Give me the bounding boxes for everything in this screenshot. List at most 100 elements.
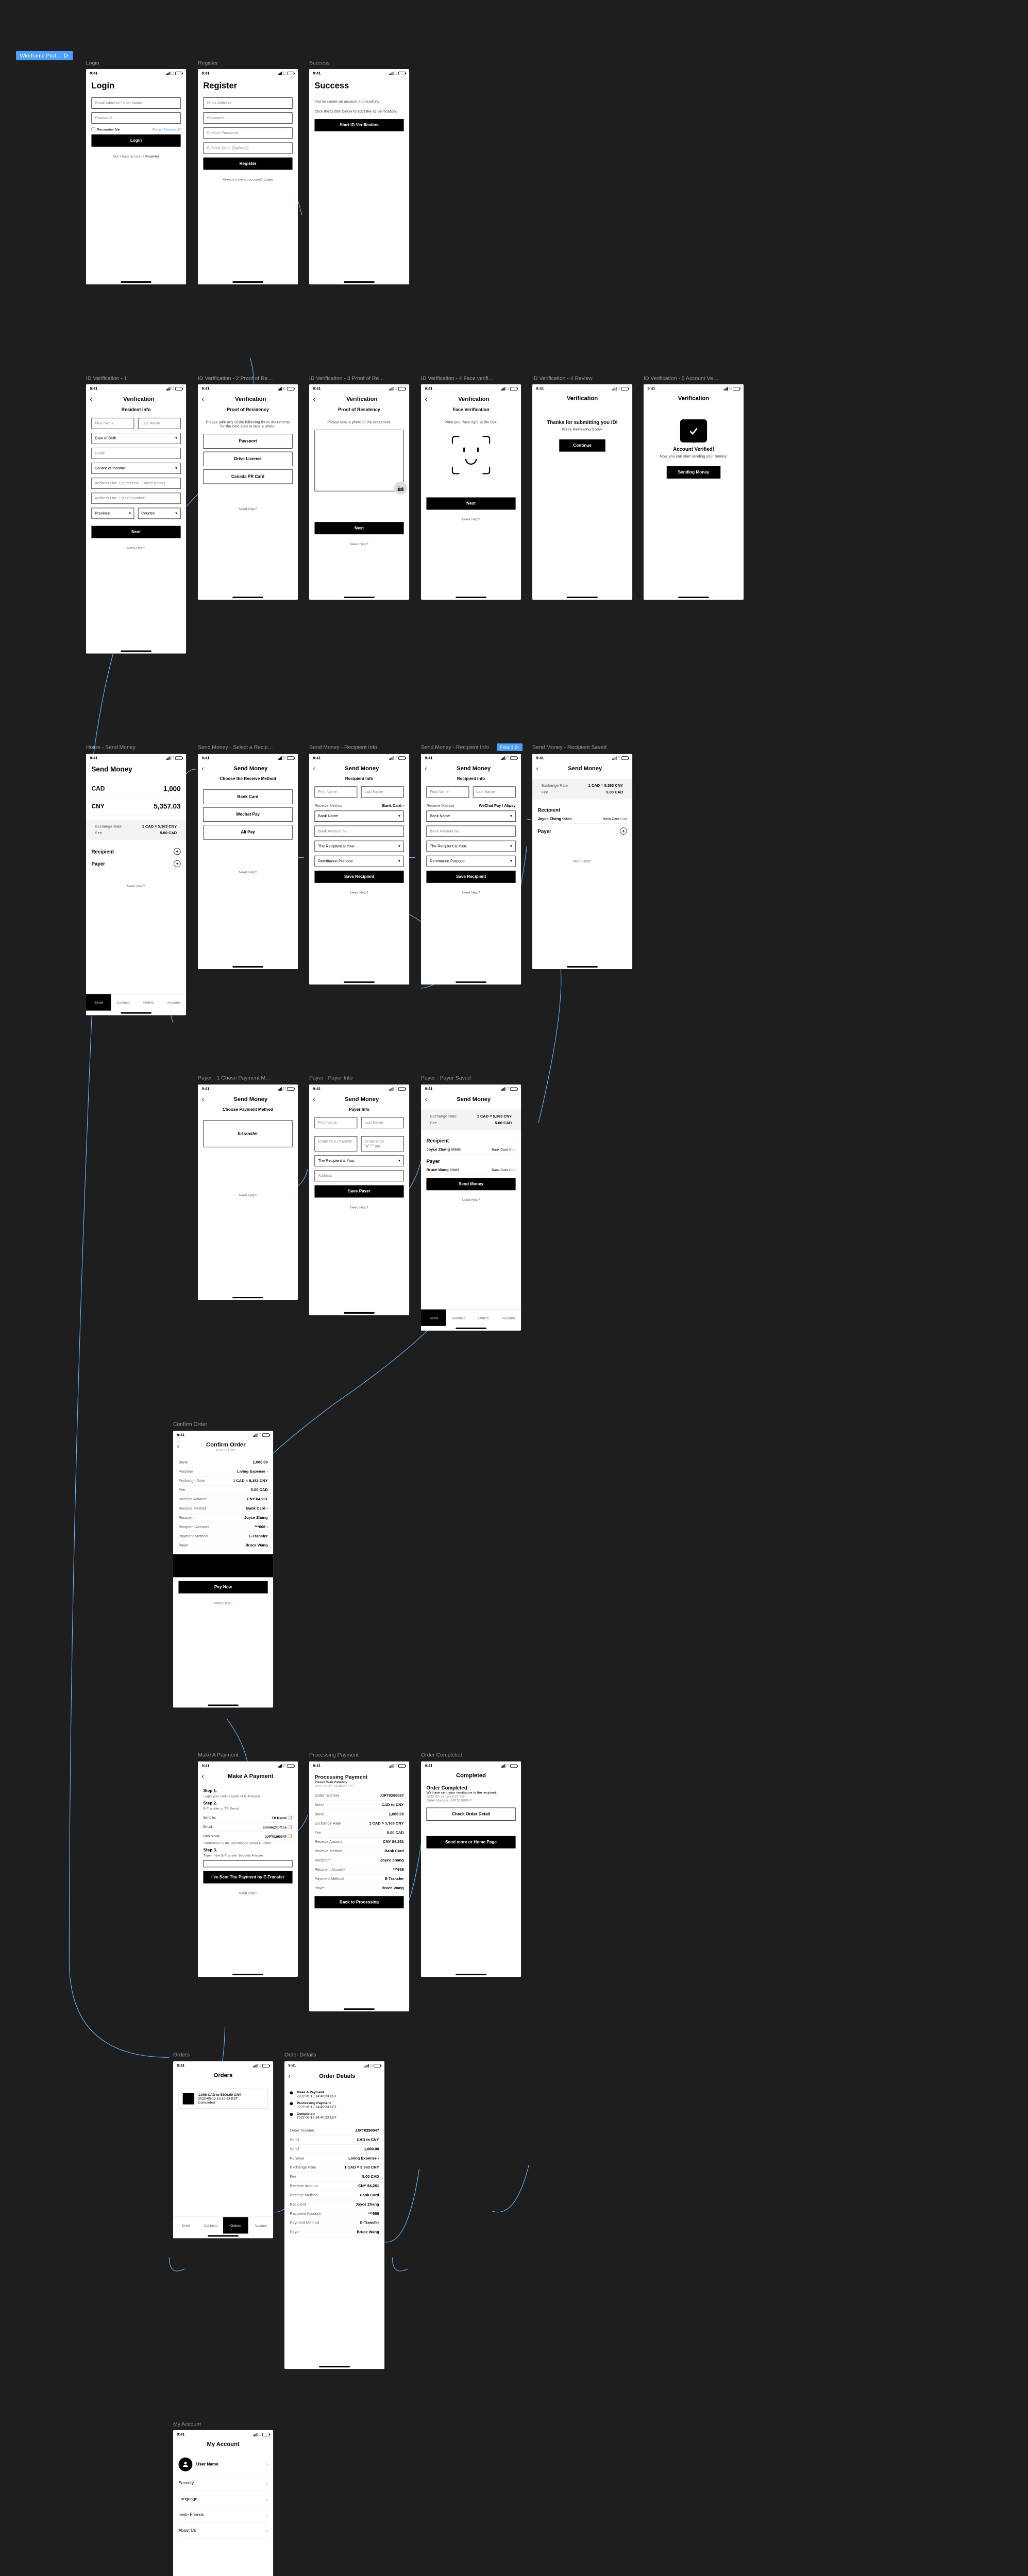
screen-recipient-saved: 9:41􀙇 ‹Send Money Exchange Rate1 CAD = 5… [532, 754, 632, 969]
email-field[interactable]: Email [92, 448, 181, 460]
password-field[interactable]: Password [203, 113, 292, 124]
security-row[interactable]: Security [178, 2476, 267, 2492]
back-button[interactable]: ‹ [201, 1095, 204, 1104]
add-icon[interactable]: + [620, 827, 627, 834]
password-field[interactable]: Password [92, 113, 181, 124]
wechat-option[interactable]: Wechat Pay [203, 807, 292, 822]
about-row[interactable]: About Us [178, 2523, 267, 2539]
passport-option[interactable]: Passport [203, 434, 292, 449]
address2-field[interactable]: Address Line 2 (Unit Number) [92, 493, 181, 504]
relationship[interactable]: The Recipient is Your: [315, 841, 404, 852]
last-name[interactable]: Last Name [361, 786, 404, 798]
flow-tag[interactable]: Flow 1 [497, 743, 523, 751]
back-button[interactable]: ‹ [201, 395, 204, 403]
bank-name[interactable]: Bank Name [315, 810, 404, 822]
screen-receive-method: 9:41􀙇 ‹Send Money Choose the Receive Met… [198, 754, 298, 969]
camera-button[interactable]: 📷 [394, 482, 407, 495]
tab-contacts[interactable]: Contacts [111, 994, 137, 1010]
account-no[interactable]: Bank Account No. [315, 826, 404, 837]
label: My Account [173, 2421, 201, 2427]
send-button[interactable]: Send Money [426, 1178, 515, 1190]
label: Order Completed [421, 1752, 462, 1758]
first-name-field[interactable]: First Name [92, 418, 134, 429]
check-icon [680, 419, 707, 443]
next-button[interactable]: Next [315, 522, 404, 535]
pr-card-option[interactable]: Canada PR Card [203, 469, 292, 484]
prototype-tag[interactable]: Wireframe Prot… [16, 51, 73, 60]
start-verification-button[interactable]: Start ID Verification [315, 119, 404, 131]
continue-button[interactable]: Continue [559, 439, 605, 452]
register-link[interactable]: Register [145, 155, 159, 158]
country-select[interactable]: Country [138, 508, 181, 519]
next-button[interactable]: Next [92, 526, 181, 538]
label: ID Verification - 3 Proof of Re… [309, 375, 384, 381]
forgot-link[interactable]: Forget Password? [153, 128, 181, 131]
add-payer-icon[interactable]: + [174, 860, 180, 867]
screen-payment-method: 9:41􀙇 ‹Send Money Choose Payment Method … [198, 1084, 298, 1300]
tab-send[interactable]: Send [86, 994, 111, 1010]
recipient-section[interactable]: Recipient+ [92, 844, 181, 856]
face-id-icon [451, 436, 490, 474]
first-name[interactable]: First Name [315, 786, 358, 798]
back-button[interactable]: ‹ [177, 1443, 179, 1451]
back-button[interactable]: ‹ [313, 1095, 315, 1104]
referral-field[interactable]: Referral Code (Optional) [203, 143, 292, 154]
back-button[interactable]: Back to Processing [315, 1896, 404, 1908]
back-button[interactable]: ‹ [90, 395, 92, 403]
pay-now-button[interactable]: Pay Now [178, 1581, 267, 1593]
back-button[interactable]: ‹ [425, 765, 427, 773]
alipay-option[interactable]: Ali Pay [203, 825, 292, 839]
screen-completed: 9:41􀙇 Completed Order Completed We have … [421, 1761, 521, 1977]
back-button[interactable]: ‹ [201, 765, 204, 773]
sent-button[interactable]: I've Sent The Payment by E-Transfer [203, 1871, 292, 1883]
back-button[interactable]: ‹ [313, 765, 315, 773]
email-field[interactable]: Email Address / User Name [92, 98, 181, 109]
back-button[interactable]: ‹ [313, 395, 315, 403]
back-button[interactable]: ‹ [536, 765, 538, 773]
next-button[interactable]: Next [426, 498, 515, 510]
edit-link[interactable]: Edit [620, 817, 627, 820]
license-option[interactable]: Drive License [203, 452, 292, 466]
income-select[interactable]: Source of Income [92, 463, 181, 474]
label: Confirm Order [173, 1421, 207, 1427]
dob-field[interactable]: Date of Birth [92, 433, 181, 444]
home-button[interactable]: Send more or Home Page [426, 1836, 515, 1848]
remember-checkbox[interactable]: Remember Me [92, 128, 120, 131]
address1-field[interactable]: Address Line 1 (Street No., Street Name) [92, 478, 181, 489]
email-field[interactable]: Email Address [203, 98, 292, 109]
last-name-field[interactable]: Last Name [138, 418, 181, 429]
login-link[interactable]: Login [263, 178, 273, 181]
etransfer-option[interactable]: E-transfer [203, 1120, 292, 1147]
label: Payer - 1 Chose Payment M… [198, 1075, 271, 1081]
back-button[interactable]: ‹ [425, 395, 427, 403]
title: Success [309, 78, 409, 94]
screen-idv4: 9:41􀙇 ‹Verification Face Verification Po… [421, 384, 521, 600]
order-item[interactable]: 1,000 CAD to 5300.00 CNY2022-05-12 14:40… [178, 2089, 267, 2109]
invite-row[interactable]: Invite Friends [178, 2507, 267, 2523]
screen-order-details: 9:41􀙇 ‹Order Details Make A Payment2022-… [284, 2061, 384, 2369]
payer-section[interactable]: Payer+ [92, 856, 181, 869]
bank-card-option[interactable]: Bank Card [203, 789, 292, 804]
confirm-password-field[interactable]: Confirm Password [203, 128, 292, 139]
add-recipient-icon[interactable]: + [174, 848, 180, 855]
purpose[interactable]: Remittance Purpose [315, 856, 404, 867]
screen-idv5: 9:41􀙇 Verification Thanks for submitting… [532, 384, 632, 600]
login-button[interactable]: Login [92, 134, 181, 147]
back-button[interactable]: ‹ [201, 1772, 204, 1780]
back-button[interactable]: ‹ [425, 1095, 427, 1104]
send-money-button[interactable]: Sending Money [667, 466, 720, 479]
label: Send Money - Recipient Info [309, 744, 377, 750]
tab-orders[interactable]: Orders [136, 994, 161, 1010]
detail-button[interactable]: Check Order Detail [426, 1807, 515, 1820]
screen-idv3: 9:41􀙇 ‹Verification Proof of Residency P… [309, 384, 409, 600]
save-button[interactable]: Save Recipient [426, 871, 515, 883]
province-select[interactable]: Province [92, 508, 134, 519]
save-button[interactable]: Save Recipient [315, 871, 404, 883]
save-button[interactable]: Save Payer [315, 1185, 404, 1197]
register-button[interactable]: Register [203, 158, 292, 170]
tab-account[interactable]: Account [161, 994, 187, 1010]
banner [173, 1554, 273, 1577]
label: Success [309, 60, 330, 66]
payer-section[interactable]: Payer+ [537, 824, 627, 836]
language-row[interactable]: Language [178, 2492, 267, 2507]
